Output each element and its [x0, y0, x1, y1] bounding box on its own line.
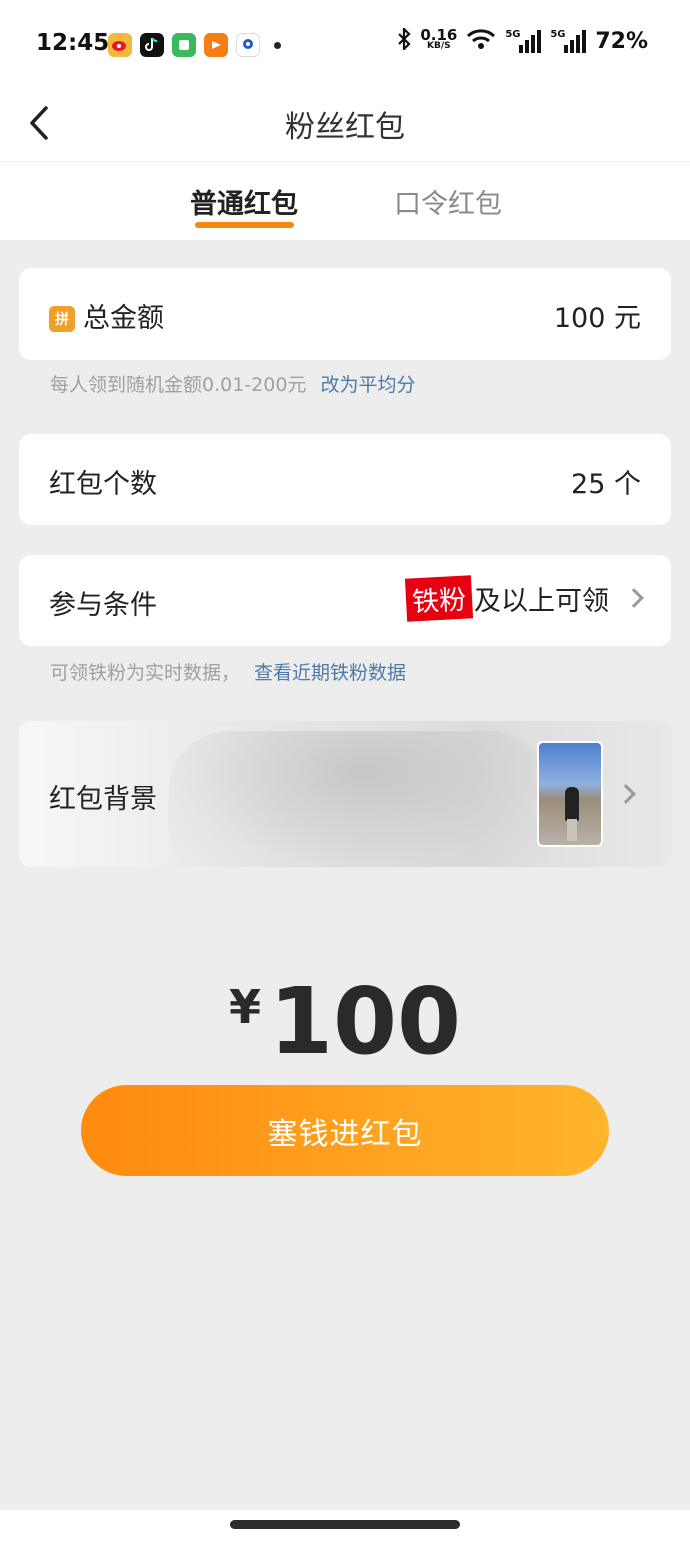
network-speed: 0.16 KB/S [420, 26, 458, 52]
status-bar: 12:45 0.16 KB/S 5G 5G 72% [0, 0, 690, 90]
bluetooth-icon [397, 26, 411, 54]
switch-to-average-link[interactable]: 改为平均分 [320, 374, 415, 396]
recent-fans-data-link[interactable]: 查看近期铁粉数据 [254, 662, 406, 684]
tiktok-icon [140, 33, 164, 57]
background-thumbnail[interactable] [537, 741, 603, 847]
signal-1-icon: 5G [505, 29, 542, 53]
currency-symbol: ¥ [228, 980, 261, 1034]
iron-fan-badge: 铁粉 [404, 575, 474, 622]
home-indicator[interactable] [230, 1520, 460, 1529]
total-amount-label: 总金额 [83, 303, 164, 334]
notification-icons [108, 33, 281, 57]
navigation-bar [0, 1510, 690, 1541]
background-label: 红包背景 [49, 784, 157, 815]
tab-password-red-packet[interactable]: 口令红包 [394, 182, 502, 221]
wifi-icon [466, 28, 496, 54]
background-preview-blur [169, 731, 549, 867]
total-amount-row[interactable]: 拼总金额 100 元 [19, 268, 671, 360]
header: 粉丝红包 [0, 90, 690, 162]
signal-2-icon: 5G [550, 29, 587, 53]
tab-normal-red-packet[interactable]: 普通红包 [190, 182, 298, 221]
submit-button[interactable]: 塞钱进红包 [81, 1085, 609, 1176]
background-row[interactable]: 红包背景 [19, 721, 671, 867]
status-time: 12:45 [36, 30, 110, 56]
packet-count-label: 红包个数 [49, 469, 157, 500]
page-title: 粉丝红包 [285, 110, 405, 145]
chevron-right-icon [624, 588, 644, 608]
amount-total: 100 [268, 968, 462, 1075]
green-app-icon [172, 33, 196, 57]
video-app-icon [204, 33, 228, 57]
condition-hint: 可领铁粉为实时数据， 查看近期铁粉数据 [50, 662, 407, 684]
packet-count-row[interactable]: 红包个数 25 个 [19, 434, 671, 525]
battery-level: 72% [595, 28, 648, 54]
active-tab-indicator [195, 222, 294, 228]
pin-icon: 拼 [49, 306, 75, 332]
status-indicators: 0.16 KB/S 5G 5G 72% [397, 26, 648, 54]
tab-bar: 普通红包 口令红包 [0, 162, 690, 240]
map-app-icon [236, 33, 260, 57]
chevron-right-icon [616, 784, 636, 804]
total-amount-value: 100 元 [553, 303, 641, 334]
condition-row[interactable]: 参与条件 铁粉 及以上可领 [19, 555, 671, 646]
condition-suffix: 及以上可领 [474, 586, 609, 617]
more-notifications-dot [274, 41, 281, 49]
packet-count-value: 25 个 [571, 469, 641, 500]
weibo-icon [108, 33, 132, 57]
amount-summary: ¥100 [0, 968, 690, 1075]
amount-hint: 每人领到随机金额0.01-200元 改为平均分 [50, 374, 416, 396]
condition-label: 参与条件 [49, 590, 157, 621]
